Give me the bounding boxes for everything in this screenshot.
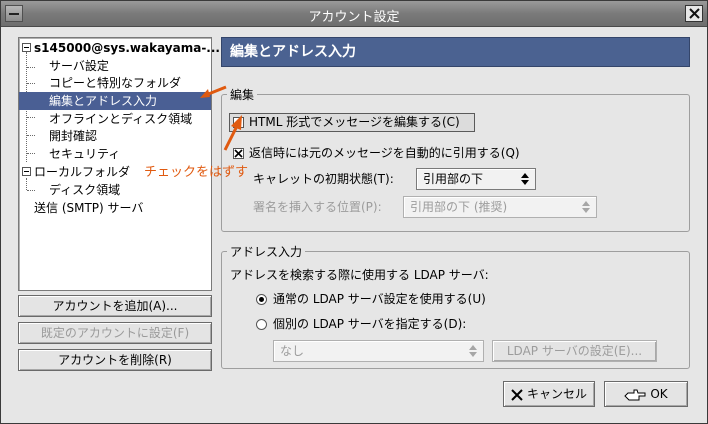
expand-local-folders-icon[interactable] — [22, 167, 31, 176]
updown-arrow-icon — [521, 173, 529, 185]
updown-arrow-icon — [582, 201, 590, 213]
tree-item-offline-disk[interactable]: オフラインとディスク領域 — [49, 110, 192, 128]
addressing-group-label: アドレス入力 — [227, 243, 306, 260]
ldap-description: アドレスを検索する際に使用する LDAP サーバ: — [230, 268, 489, 282]
caret-position-select[interactable]: 引用部の下 — [416, 168, 536, 190]
signature-position-select[interactable]: 引用部の下 (推奨) — [403, 196, 597, 218]
ok-button[interactable]: OK — [604, 381, 688, 407]
pointing-hand-icon — [624, 389, 646, 400]
annotation-arrow-icon — [200, 85, 227, 98]
ldap-edit-button[interactable]: LDAP サーバの設定(E)... — [492, 340, 657, 362]
annotation-text: チェックをはずす — [144, 165, 249, 180]
caret-position-label: キャレットの初期状態(T): — [253, 172, 394, 186]
caret-position-value: 引用部の下 — [423, 172, 484, 186]
ldap-global-label[interactable]: 通常の LDAP サーバ設定を使用する(U) — [273, 291, 486, 307]
tree-item-security[interactable]: セキュリティ — [49, 145, 120, 163]
ldap-custom-radio[interactable] — [256, 319, 267, 330]
annotation-arrow-icon — [223, 115, 242, 151]
cancel-x-icon — [511, 388, 523, 401]
ok-label: OK — [650, 387, 668, 401]
quote-checkbox-label[interactable]: 返信時には元のメッセージを自動的に引用する(Q) — [249, 145, 520, 161]
panel-title: 編集とアドレス入力 — [221, 37, 690, 67]
compose-group-label: 編集 — [227, 86, 258, 103]
account-settings-window: アカウント設定 s145000@sys.wakayama-... サーバ設定 コ… — [0, 0, 708, 424]
tree-item-smtp-server[interactable]: 送信 (SMTP) サーバ — [34, 199, 143, 217]
ldap-custom-label[interactable]: 個別の LDAP サーバを指定する(D): — [273, 316, 466, 332]
remove-account-button[interactable]: アカウントを削除(R) — [18, 349, 212, 371]
tree-item-copies-folders[interactable]: コピーと特別なフォルダ — [49, 74, 181, 92]
tree-item-server-settings[interactable]: サーバ設定 — [49, 57, 109, 75]
tree-item-receipts[interactable]: 開封確認 — [49, 127, 97, 145]
signature-position-label: 署名を挿入する位置(P): — [253, 200, 382, 214]
close-icon — [689, 8, 700, 19]
tree-item-disk-space[interactable]: ディスク領域 — [49, 181, 120, 199]
tree-item-composition[interactable]: 編集とアドレス入力 — [19, 92, 211, 110]
cancel-label: キャンセル — [526, 387, 587, 401]
expand-account-icon[interactable] — [22, 43, 31, 52]
updown-arrow-icon — [469, 345, 477, 357]
ldap-global-radio[interactable] — [256, 294, 267, 305]
title-bar: アカウント設定 — [1, 1, 707, 27]
close-button[interactable] — [685, 5, 703, 22]
set-default-button[interactable]: 既定のアカウントに設定(F) — [18, 322, 212, 344]
add-account-button[interactable]: アカウントを追加(A)... — [18, 295, 212, 317]
tree-item-account[interactable]: s145000@sys.wakayama-... — [34, 39, 220, 57]
ldap-server-value: なし — [280, 344, 305, 358]
cancel-button[interactable]: キャンセル — [503, 381, 595, 407]
ldap-server-select[interactable]: なし — [273, 340, 484, 362]
window-title: アカウント設定 — [308, 10, 400, 25]
tree-item-local-folders[interactable]: ローカルフォルダ — [34, 163, 130, 181]
html-checkbox-label[interactable]: HTML 形式でメッセージを編集する(C) — [249, 114, 460, 130]
signature-position-value: 引用部の下 (推奨) — [410, 200, 508, 214]
